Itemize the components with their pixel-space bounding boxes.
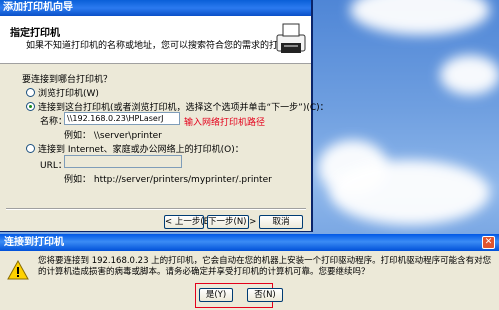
wizard-titlebar[interactable]: 添加打印机向导 bbox=[0, 0, 311, 16]
url-label: URL： bbox=[40, 161, 67, 171]
no-button[interactable]: 否(N) bbox=[247, 288, 283, 302]
radio-internet-printer[interactable]: 连接到 Internet、家庭或办公网络上的打印机(O)： bbox=[26, 142, 244, 155]
desktop-cloud bbox=[350, 0, 490, 35]
connect-printer-dialog: 连接到打印机 ✕ 您将要连接到 192.168.0.23 上的打印机，它会自动在… bbox=[0, 234, 499, 310]
radio-button-selected[interactable] bbox=[26, 102, 35, 111]
desktop-cloud bbox=[440, 55, 499, 95]
dialog-title: 连接到打印机 bbox=[4, 237, 64, 248]
close-icon[interactable]: ✕ bbox=[482, 236, 495, 249]
back-button[interactable]: < 上一步(B) bbox=[164, 215, 213, 229]
yes-button[interactable]: 是(Y) bbox=[199, 288, 233, 302]
url-input[interactable] bbox=[64, 155, 182, 168]
printer-name-input[interactable]: \\192.168.0.23\HPLaserJ bbox=[64, 112, 180, 125]
radio-browse-printer[interactable]: 浏览打印机(W) bbox=[26, 86, 99, 99]
separator bbox=[6, 208, 306, 210]
radio-label: 浏览打印机(W) bbox=[38, 89, 99, 99]
wizard-header-subtitle: 如果不知道打印机的名称或地址，您可以搜索符合您的需求的打印机。 bbox=[26, 41, 306, 51]
desktop-cloud bbox=[330, 160, 490, 225]
dialog-message: 您将要连接到 192.168.0.23 上的打印机，它会自动在您的机器上安装一个… bbox=[38, 256, 492, 277]
cancel-button[interactable]: 取消 bbox=[259, 215, 303, 229]
question-label: 要连接到哪台打印机？ bbox=[22, 75, 113, 85]
name-example: 例如： \\server\printer bbox=[64, 131, 162, 141]
add-printer-wizard-window: 添加打印机向导 指定打印机 如果不知道打印机的名称或地址，您可以搜索符合您的需求… bbox=[0, 0, 329, 232]
radio-label: 连接到 Internet、家庭或办公网络上的打印机(O)： bbox=[38, 145, 244, 155]
wizard-header-title: 指定打印机 bbox=[10, 28, 60, 39]
next-button[interactable]: 下一步(N) > bbox=[207, 215, 256, 229]
name-label: 名称： bbox=[40, 117, 68, 127]
radio-button[interactable] bbox=[26, 144, 35, 153]
annotation-text: 输入网络打印机路径 bbox=[184, 118, 266, 128]
warning-icon bbox=[7, 260, 29, 280]
url-example: 例如： http://server/printers/myprinter/.pr… bbox=[64, 175, 272, 185]
wizard-header: 指定打印机 如果不知道打印机的名称或地址，您可以搜索符合您的需求的打印机。 bbox=[0, 16, 311, 64]
radio-button[interactable] bbox=[26, 88, 35, 97]
dialog-titlebar[interactable]: 连接到打印机 ✕ bbox=[0, 234, 499, 251]
printer-icon bbox=[276, 23, 306, 53]
